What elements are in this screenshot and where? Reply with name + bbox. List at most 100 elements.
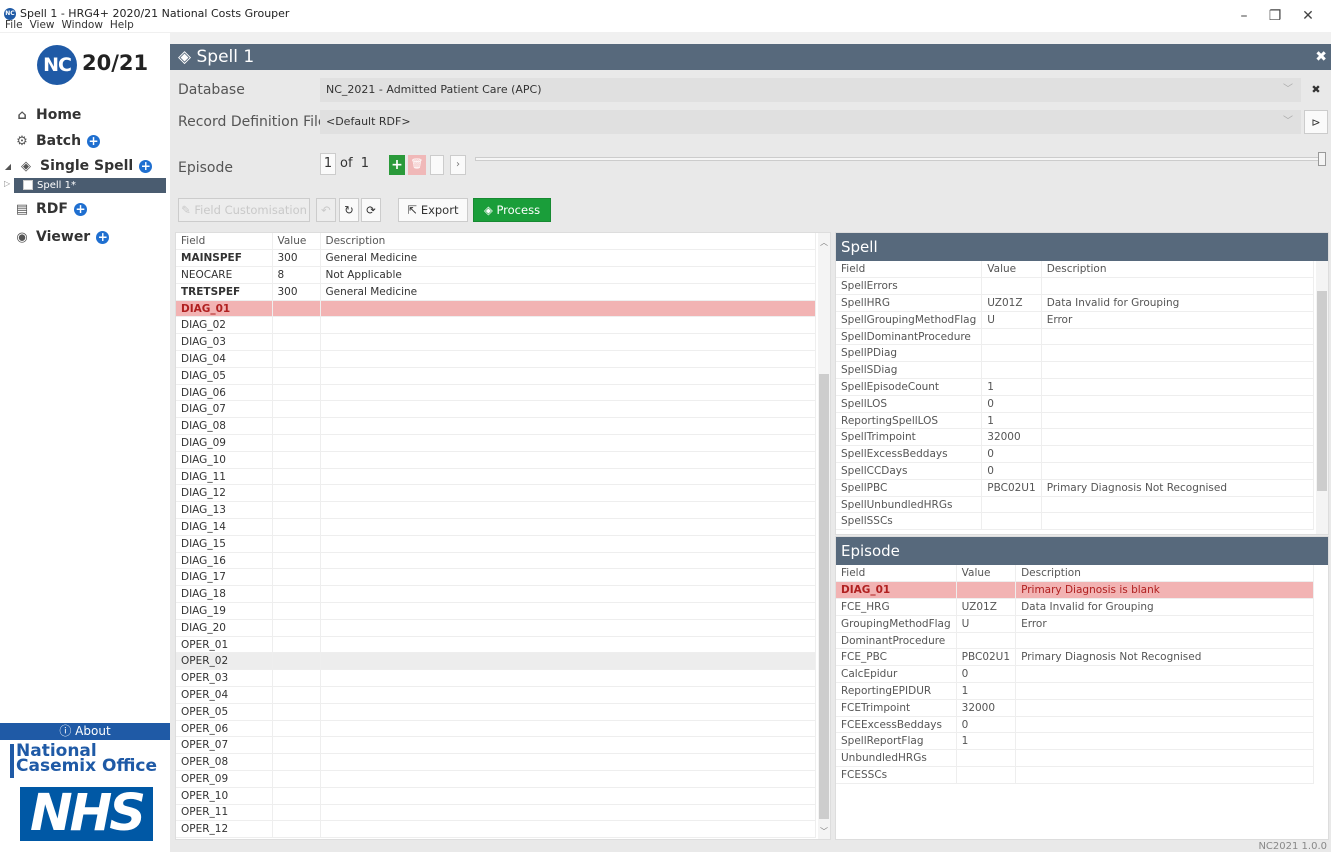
cell-value[interactable]: UZ01Z <box>956 598 1017 616</box>
table-row[interactable]: OPER_04 <box>176 686 816 704</box>
cell-value[interactable] <box>981 496 1042 514</box>
cell-field[interactable]: OPER_06 <box>176 720 273 738</box>
cell-description[interactable]: Error <box>1041 311 1315 329</box>
cell-field[interactable]: DIAG_04 <box>176 350 273 368</box>
cell-value[interactable] <box>272 568 321 587</box>
expand-icon[interactable]: ◢ <box>4 162 12 171</box>
table-row[interactable]: SpellErrors <box>836 277 1315 296</box>
cell-description[interactable] <box>320 384 816 402</box>
column-header-field[interactable]: Field <box>836 261 983 279</box>
about-button[interactable]: ⓘ About <box>0 723 170 740</box>
cell-field[interactable]: OPER_10 <box>176 787 273 805</box>
table-row[interactable]: SpellUnbundledHRGs <box>836 496 1315 514</box>
cell-value[interactable]: PBC02U1 <box>981 479 1042 497</box>
table-row[interactable]: SpellSSCs <box>836 512 1315 531</box>
cell-value[interactable]: PBC02U1 <box>956 648 1017 667</box>
field-grid-scrollbar[interactable]: ︿ ﹀ <box>818 233 830 839</box>
cell-field[interactable]: DIAG_20 <box>176 619 273 637</box>
cell-field[interactable]: MAINSPEF <box>176 249 273 268</box>
cell-value[interactable] <box>272 585 321 604</box>
cell-description[interactable] <box>320 787 816 805</box>
cell-field[interactable]: DIAG_17 <box>176 568 273 587</box>
table-row[interactable]: TRETSPEF 300 General Medicine <box>176 283 816 301</box>
add-rdf-icon[interactable]: + <box>73 202 87 216</box>
column-header-value[interactable]: Value <box>956 565 1017 583</box>
clear-database-icon[interactable]: ✖ <box>1304 78 1328 102</box>
cell-description[interactable] <box>320 367 816 385</box>
column-header-field[interactable]: Field <box>836 565 957 583</box>
cell-value[interactable] <box>272 753 321 771</box>
cell-description[interactable] <box>320 736 816 755</box>
cell-value[interactable]: 0 <box>956 716 1017 734</box>
cell-field[interactable]: DIAG_01 <box>836 581 957 600</box>
cell-value[interactable] <box>956 749 1017 768</box>
cell-description[interactable] <box>1041 445 1315 464</box>
menu-view[interactable]: View <box>30 19 55 31</box>
episode-slider-track[interactable] <box>475 157 1325 161</box>
table-row[interactable]: DIAG_12 <box>176 484 816 503</box>
menu-file[interactable]: File <box>5 19 23 31</box>
cell-description[interactable] <box>320 585 816 604</box>
table-row[interactable]: UnbundledHRGs <box>836 749 1314 768</box>
cell-description[interactable] <box>1015 665 1314 684</box>
chevron-down-icon[interactable]: ﹀ <box>1283 78 1293 102</box>
table-row[interactable]: DIAG_08 <box>176 417 816 436</box>
tree-item-checkbox[interactable] <box>23 180 33 190</box>
cell-value[interactable]: 0 <box>981 395 1042 413</box>
cell-description[interactable] <box>320 484 816 503</box>
cell-value[interactable]: 1 <box>956 682 1017 700</box>
cell-value[interactable] <box>956 766 1017 784</box>
cell-value[interactable] <box>272 300 321 318</box>
cell-field[interactable]: SpellGroupingMethodFlag <box>836 311 983 329</box>
cell-value[interactable] <box>272 820 321 839</box>
cell-description[interactable] <box>320 636 816 654</box>
cell-description[interactable]: General Medicine <box>320 249 816 268</box>
cell-field[interactable]: SpellExcessBeddays <box>836 445 983 464</box>
cell-description[interactable] <box>320 316 816 335</box>
cell-description[interactable] <box>320 434 816 452</box>
cell-description[interactable]: General Medicine <box>320 283 816 301</box>
cell-field[interactable]: OPER_04 <box>176 686 273 704</box>
cell-field[interactable]: DIAG_18 <box>176 585 273 604</box>
table-row[interactable]: NEOCARE 8 Not Applicable <box>176 266 816 284</box>
cell-description[interactable]: Not Applicable <box>320 266 816 284</box>
cell-value[interactable] <box>956 632 1017 650</box>
undo-button[interactable]: ↶ <box>316 198 336 222</box>
table-row[interactable]: OPER_06 <box>176 720 816 738</box>
table-row[interactable]: SpellPBC PBC02U1 Primary Diagnosis Not Rec… <box>836 479 1315 497</box>
cell-description[interactable] <box>1041 462 1315 480</box>
cell-value[interactable] <box>272 333 321 352</box>
table-row[interactable]: DIAG_01 <box>176 300 816 318</box>
cell-value[interactable] <box>272 720 321 738</box>
cell-description[interactable] <box>1041 361 1315 380</box>
table-row[interactable]: SpellReportFlag 1 <box>836 732 1314 751</box>
cell-value[interactable] <box>272 417 321 436</box>
table-row[interactable]: SpellDominantProcedure <box>836 328 1315 346</box>
cell-field[interactable]: DIAG_09 <box>176 434 273 452</box>
cell-value[interactable]: 1 <box>956 732 1017 751</box>
cell-value[interactable] <box>272 669 321 688</box>
table-row[interactable]: OPER_05 <box>176 703 816 721</box>
table-row[interactable]: SpellPDiag <box>836 344 1315 363</box>
cell-value[interactable] <box>272 535 321 553</box>
minimize-icon[interactable]: – <box>1229 6 1259 26</box>
cell-description[interactable] <box>1041 395 1315 413</box>
cell-value[interactable] <box>272 367 321 385</box>
table-row[interactable]: FCE_PBC PBC02U1 Primary Diagnosis Not Reco… <box>836 648 1314 667</box>
cell-description[interactable]: Data Invalid for Grouping <box>1041 294 1315 312</box>
cell-field[interactable]: SpellHRG <box>836 294 983 312</box>
cell-description[interactable]: Primary Diagnosis is blank <box>1015 581 1314 600</box>
cell-field[interactable]: DIAG_06 <box>176 384 273 402</box>
cell-field[interactable]: SpellTrimpoint <box>836 428 983 447</box>
table-row[interactable]: OPER_09 <box>176 770 816 788</box>
cell-description[interactable] <box>320 652 816 671</box>
table-row[interactable]: DIAG_18 <box>176 585 816 604</box>
cell-value[interactable] <box>981 361 1042 380</box>
cell-field[interactable]: ReportingEPIDUR <box>836 682 957 700</box>
cell-description[interactable] <box>1015 682 1314 700</box>
cell-description[interactable] <box>320 552 816 570</box>
cell-field[interactable]: DIAG_15 <box>176 535 273 553</box>
close-window-icon[interactable]: ✕ <box>1293 6 1323 26</box>
cell-value[interactable]: 300 <box>272 249 321 268</box>
cell-value[interactable] <box>272 350 321 368</box>
